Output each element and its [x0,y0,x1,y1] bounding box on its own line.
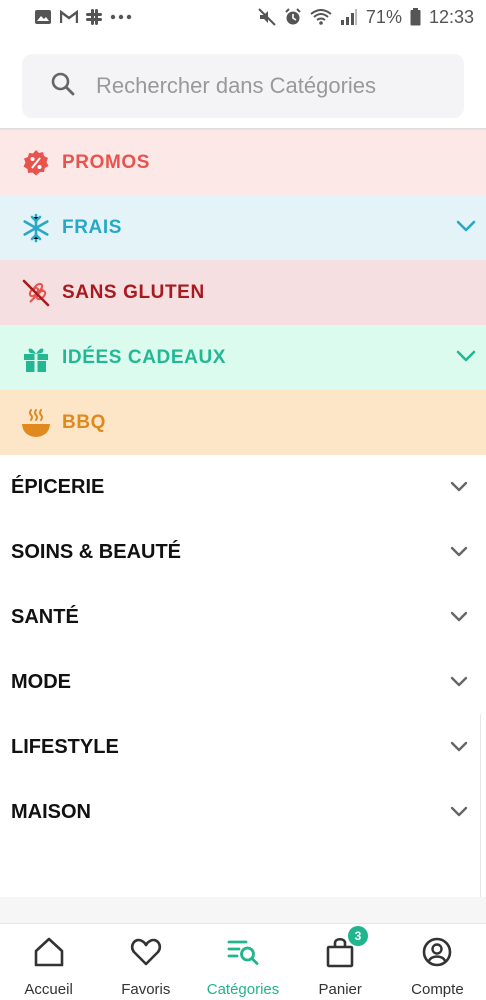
gift-icon [20,342,52,374]
highlight-label: BBQ [62,411,107,433]
chevron-down-icon[interactable] [450,609,468,627]
percent-badge-icon [20,147,52,179]
cart-count-badge: 3 [347,926,368,946]
snowflake-icon [20,212,52,244]
category-row-epicerie[interactable]: ÉPICERIE [0,455,486,520]
chevron-down-icon[interactable] [450,674,468,692]
battery-percent: 71% [365,6,402,27]
chevron-down-icon[interactable] [450,804,468,822]
highlight-label: IDÉES CADEAUX [62,346,227,368]
nav-item-panier[interactable]: 3 Panier [292,924,389,1000]
image-icon [34,9,52,25]
category-label: SANTÉ [11,606,79,628]
wifi-icon [310,9,332,25]
highlight-row-frais[interactable]: FRAIS [0,195,486,260]
category-label: SOINS & BEAUTÉ [11,541,182,563]
highlight-label: FRAIS [62,216,122,238]
nav-label: Favoris [121,981,171,998]
status-bar: 71% 12:33 [0,0,486,34]
nav-item-compte[interactable]: Compte [389,924,486,1000]
no-gluten-icon [20,277,52,309]
home-icon [33,936,65,973]
categories-search-icon [226,936,260,973]
category-row-maison[interactable]: MAISON [0,780,486,845]
highlight-row-sans-gluten[interactable]: SANS GLUTEN [0,260,486,325]
slack-icon [86,9,102,25]
chevron-down-icon[interactable] [456,219,476,237]
search-bar[interactable] [22,54,464,118]
highlight-row-promos[interactable]: PROMOS [0,130,486,195]
alarm-icon [284,8,302,26]
nav-label: Accueil [24,981,73,998]
chevron-down-icon[interactable] [450,739,468,757]
scrollbar[interactable] [480,712,486,912]
bottom-nav: Accueil Favoris Catégories 3 Panier Comp… [0,923,486,1000]
account-icon [421,936,453,973]
highlight-label: PROMOS [62,151,151,173]
mute-icon [258,8,276,26]
category-label: MODE [11,671,71,693]
nav-item-accueil[interactable]: Accueil [0,924,97,1000]
category-list: ÉPICERIE SOINS & BEAUTÉ SANTÉ MODE LIFES… [0,455,486,845]
highlight-label: SANS GLUTEN [62,281,205,303]
search-input[interactable] [96,73,436,99]
nav-item-categories[interactable]: Catégories [194,924,291,1000]
nav-label: Compte [411,981,464,998]
chevron-down-icon[interactable] [450,544,468,562]
category-row-lifestyle[interactable]: LIFESTYLE [0,715,486,780]
category-row-mode[interactable]: MODE [0,650,486,715]
category-row-soins-beaute[interactable]: SOINS & BEAUTÉ [0,520,486,585]
chevron-down-icon[interactable] [450,479,468,497]
chevron-down-icon[interactable] [456,349,476,367]
category-label: MAISON [11,801,91,823]
nav-label: Panier [318,981,362,998]
nav-item-favoris[interactable]: Favoris [97,924,194,1000]
more-dots-icon [110,14,132,20]
highlight-list: PROMOS FRAIS SANS GLUTEN IDÉES CADEAUX B… [0,130,486,455]
clock: 12:33 [428,6,474,27]
heart-icon [130,936,162,973]
gmail-icon [60,10,78,24]
list-footer-band [0,897,486,923]
signal-icon [340,9,358,25]
nav-label: Catégories [206,981,280,998]
highlight-row-bbq[interactable]: BBQ [0,390,486,455]
category-row-sante[interactable]: SANTÉ [0,585,486,650]
category-label: ÉPICERIE [11,476,105,498]
highlight-row-idees-cadeaux[interactable]: IDÉES CADEAUX [0,325,486,390]
battery-icon [410,8,421,26]
bbq-bowl-icon [20,407,52,439]
status-bar-left [34,9,132,25]
status-bar-right: 71% 12:33 [258,7,474,28]
search-icon [50,71,76,102]
category-label: LIFESTYLE [11,736,119,758]
